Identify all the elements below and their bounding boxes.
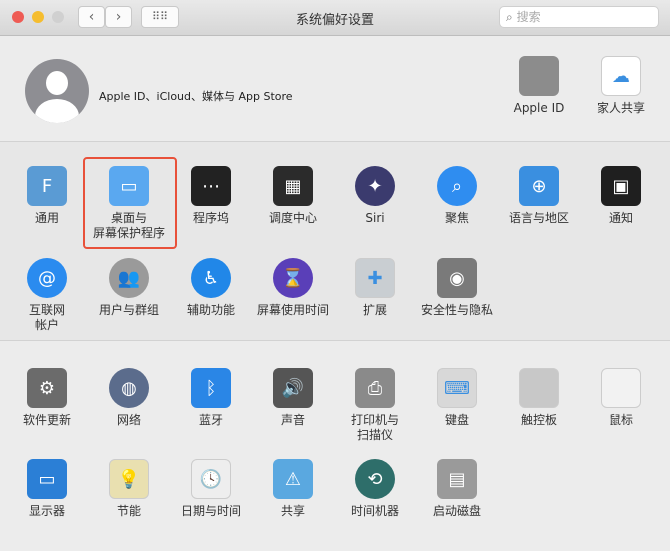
pref-bluetooth[interactable]: ᛒ 蓝牙	[170, 368, 252, 428]
pref-label: 辅助功能	[186, 303, 235, 317]
pref-time-machine[interactable]: ⟲ 时间机器	[334, 459, 416, 519]
pref-label: 软件更新	[22, 413, 71, 427]
pref-energy-saver[interactable]: 💡 节能	[88, 459, 170, 519]
pref-dock[interactable]: ⋯ 程序坞	[170, 166, 252, 226]
keyboard-icon: ⌨	[437, 368, 477, 408]
pref-label: 通用	[34, 211, 59, 225]
bluetooth-icon: ᛒ	[191, 368, 231, 408]
pref-language-region[interactable]: ⊕ 语言与地区	[498, 166, 580, 226]
pref-label: 显示器	[28, 504, 65, 518]
pref-label: 调度中心	[268, 211, 317, 225]
pref-notifications[interactable]: ▣ 通知	[580, 166, 662, 226]
divider	[0, 340, 670, 341]
pref-label: 共享	[280, 504, 305, 518]
dock-icon: ⋯	[191, 166, 231, 206]
pref-label: 屏幕使用时间	[256, 303, 329, 317]
pref-displays[interactable]: ▭ 显示器	[6, 459, 88, 519]
general-icon: F	[27, 166, 67, 206]
pref-label: 鼠标	[608, 413, 633, 427]
pref-startup-disk[interactable]: ▤ 启动磁盘	[416, 459, 498, 519]
pref-sound[interactable]: 🔊 声音	[252, 368, 334, 428]
pref-label: 家人共享	[596, 101, 645, 115]
screen-time-icon: ⌛	[273, 258, 313, 298]
pref-network[interactable]: ◍ 网络	[88, 368, 170, 428]
pref-label: 节能	[116, 504, 141, 518]
pref-label: Siri	[365, 211, 385, 225]
pref-keyboard[interactable]: ⌨ 键盘	[416, 368, 498, 428]
language-region-icon: ⊕	[519, 166, 559, 206]
pref-label: 网络	[116, 413, 141, 427]
pref-users-groups[interactable]: 👥 用户与群组	[88, 258, 170, 318]
pref-label: Apple ID	[513, 101, 565, 115]
sharing-icon: ⚠	[273, 459, 313, 499]
pref-label: 用户与群组	[98, 303, 159, 317]
network-icon: ◍	[109, 368, 149, 408]
pref-screen-time[interactable]: ⌛ 屏幕使用时间	[252, 258, 334, 318]
pref-label: 语言与地区	[508, 211, 569, 225]
siri-icon: ✦	[355, 166, 395, 206]
pref-security-privacy[interactable]: ◉ 安全性与隐私	[416, 258, 498, 318]
search-input[interactable]: ⌕ 搜索	[499, 6, 659, 28]
printers-scanners-icon: ⎙	[355, 368, 395, 408]
startup-disk-icon: ▤	[437, 459, 477, 499]
pref-label: 时间机器	[350, 504, 399, 518]
pref-label: 启动磁盘	[432, 504, 481, 518]
search-icon: ⌕	[506, 10, 513, 24]
pref-label: 触控板	[520, 413, 557, 427]
spotlight-icon: ⌕	[437, 166, 477, 206]
pref-label: 通知	[608, 211, 633, 225]
pref-sharing[interactable]: ⚠ 共享	[252, 459, 334, 519]
pref-general[interactable]: F 通用	[6, 166, 88, 226]
pref-mission-control[interactable]: ▦ 调度中心	[252, 166, 334, 226]
trackpad-icon	[519, 368, 559, 408]
software-update-icon: ⚙	[27, 368, 67, 408]
pref-mouse[interactable]: 鼠标	[580, 368, 662, 428]
family-sharing-icon: ☁	[601, 56, 641, 96]
pref-label: 打印机与 扫描仪	[350, 413, 399, 442]
energy-saver-icon: 💡	[109, 459, 149, 499]
accessibility-icon: ♿	[191, 258, 231, 298]
notifications-icon: ▣	[601, 166, 641, 206]
pref-label: 安全性与隐私	[420, 303, 493, 317]
pref-extensions[interactable]: ✚ 扩展	[334, 258, 416, 318]
users-groups-icon: 👥	[109, 258, 149, 298]
pref-internet-accounts[interactable]: @ 互联网 帐户	[6, 258, 88, 333]
avatar[interactable]	[25, 59, 89, 123]
pref-trackpad[interactable]: 触控板	[498, 368, 580, 428]
pref-label: 聚焦	[444, 211, 469, 225]
pref-label: 键盘	[444, 413, 469, 427]
apple-icon	[519, 56, 559, 96]
pref-apple[interactable]: Apple ID	[498, 56, 580, 116]
displays-icon: ▭	[27, 459, 67, 499]
search-placeholder: 搜索	[516, 10, 541, 24]
pref-spotlight[interactable]: ⌕ 聚焦	[416, 166, 498, 226]
pref-date-time[interactable]: 🕓 日期与时间	[170, 459, 252, 519]
pref-label: 扩展	[362, 303, 387, 317]
pref-accessibility[interactable]: ♿ 辅助功能	[170, 258, 252, 318]
pref-software-update[interactable]: ⚙ 软件更新	[6, 368, 88, 428]
pref-label: 蓝牙	[198, 413, 223, 427]
mouse-icon	[601, 368, 641, 408]
pref-label: 声音	[280, 413, 305, 427]
pref-siri[interactable]: ✦ Siri	[334, 166, 416, 226]
extensions-icon: ✚	[355, 258, 395, 298]
pref-family-sharing[interactable]: ☁ 家人共享	[580, 56, 662, 116]
sound-icon: 🔊	[273, 368, 313, 408]
pref-label: 程序坞	[192, 211, 229, 225]
time-machine-icon: ⟲	[355, 459, 395, 499]
account-label[interactable]: Apple ID、iCloud、媒体与 App Store	[99, 88, 293, 104]
mission-control-icon: ▦	[273, 166, 313, 206]
internet-accounts-icon: @	[27, 258, 67, 298]
selection-highlight	[83, 157, 177, 249]
pref-label: 互联网 帐户	[28, 303, 65, 332]
pref-label: 日期与时间	[180, 504, 241, 518]
pref-printers-scanners[interactable]: ⎙ 打印机与 扫描仪	[334, 368, 416, 443]
title-bar: ‹ › ⠿⠿ 系统偏好设置 ⌕ 搜索	[0, 0, 670, 36]
date-time-icon: 🕓	[191, 459, 231, 499]
security-privacy-icon: ◉	[437, 258, 477, 298]
